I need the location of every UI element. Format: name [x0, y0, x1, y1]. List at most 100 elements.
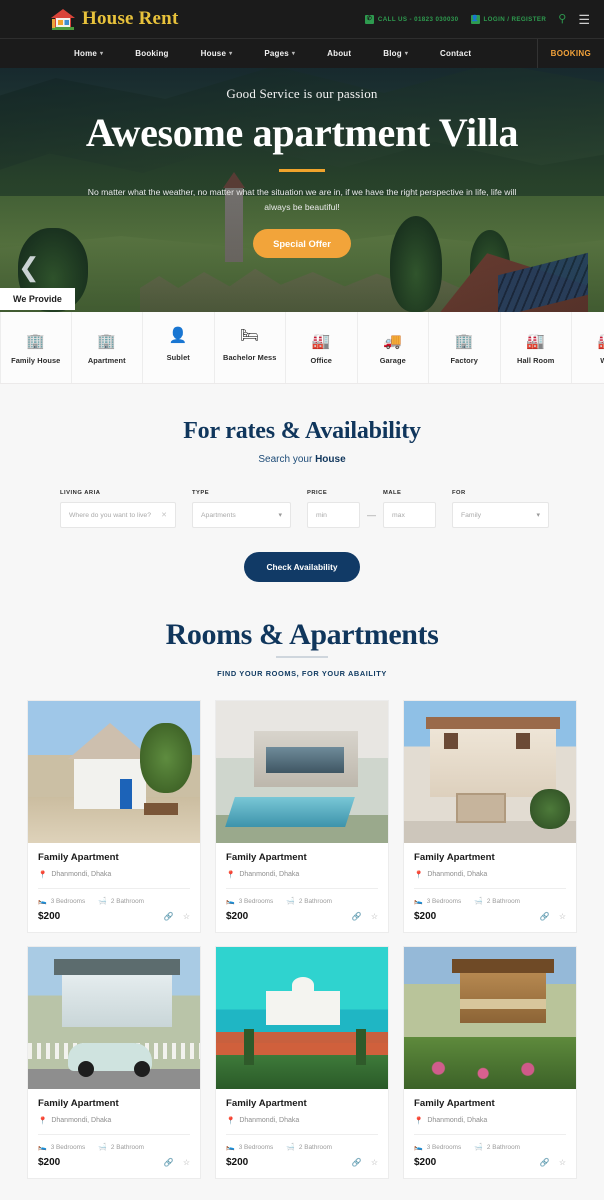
type-value: Apartments: [201, 511, 236, 519]
price-min-input[interactable]: min: [307, 502, 360, 528]
spec-bathrooms: 🛁 2 Bathroom: [98, 897, 144, 906]
check-availability-button[interactable]: Check Availability: [244, 552, 360, 582]
bathrooms-text: 2 Bathroom: [486, 897, 520, 905]
chevron-left-icon[interactable]: ❮: [18, 254, 40, 280]
category-factory[interactable]: 🏢 Factory: [429, 312, 501, 383]
nav-item-home[interactable]: Home ▾: [58, 49, 119, 58]
hero-description: No matter what the weather, no matter wh…: [87, 186, 517, 212]
hall-icon: 🏭: [526, 333, 546, 350]
bed-icon: 🛌: [226, 1144, 235, 1151]
search-subtitle: Search your House: [0, 454, 604, 465]
bath-icon: 🛁: [98, 1144, 107, 1151]
category-sublet[interactable]: 👤 Sublet: [143, 312, 215, 383]
nav-item-blog[interactable]: Blog ▾: [367, 49, 424, 58]
star-icon[interactable]: ☆: [371, 1158, 378, 1167]
map-pin-icon: 📍: [414, 1116, 424, 1125]
booking-button[interactable]: BOOKING: [551, 49, 591, 58]
bedrooms-text: 3 Bedrooms: [50, 1143, 86, 1151]
special-offer-button[interactable]: Special Offer: [253, 228, 351, 258]
property-title: Family Apartment: [38, 852, 119, 863]
type-select[interactable]: Apartments ▾: [192, 502, 291, 528]
login-register-label: LOGIN / REGISTER: [483, 15, 547, 23]
hamburger-icon[interactable]: ☰: [578, 13, 590, 26]
nav-right: BOOKING: [536, 39, 604, 68]
site-logo[interactable]: House Rent: [50, 7, 178, 31]
nav-item-booking[interactable]: Booking: [119, 49, 184, 58]
category-family-house[interactable]: 🏢 Family House: [0, 312, 72, 383]
property-location-text: Dhanmondi, Dhaka: [239, 1117, 300, 1124]
nav-item-house[interactable]: House ▾: [185, 49, 249, 58]
bath-icon: 🛁: [98, 898, 107, 905]
property-card[interactable]: Family Apartment 📍 Dhanmondi, Dhaka 🛌 3 …: [27, 700, 201, 933]
call-us-link[interactable]: ✆ CALL US - 01823 030030: [364, 14, 459, 24]
main-navigation: Home ▾ Booking House ▾ Pages ▾ About Blo…: [0, 38, 604, 68]
bath-icon: 🛁: [286, 1144, 295, 1151]
share-icon[interactable]: 🔗: [540, 1158, 550, 1167]
search-icon[interactable]: ⚲: [558, 13, 566, 25]
share-icon[interactable]: 🔗: [352, 912, 362, 921]
category-garage[interactable]: 🚚 Garage: [358, 312, 429, 383]
nav-label: Blog: [383, 49, 402, 58]
field-for: FOR Family ▾: [452, 490, 549, 528]
bathrooms-text: 2 Bathroom: [298, 897, 332, 905]
living-area-input[interactable]: Where do you want to live? ✕: [60, 502, 176, 528]
search-title: For rates & Availability: [183, 418, 421, 444]
chevron-down-icon: ▾: [404, 51, 409, 57]
property-location: 📍 Dhanmondi, Dhaka: [38, 1116, 190, 1125]
rooms-title: Rooms & Apartments: [165, 618, 439, 651]
bed-icon: 🛌: [38, 1144, 47, 1151]
category-apartment[interactable]: 🏢 Apartment: [72, 312, 143, 383]
star-icon[interactable]: ☆: [183, 912, 190, 921]
user-icon: 👤: [470, 14, 480, 24]
star-icon[interactable]: ☆: [559, 1158, 566, 1167]
chevron-down-icon: ▾: [229, 51, 233, 57]
star-icon[interactable]: ☆: [371, 912, 378, 921]
for-select[interactable]: Family ▾: [452, 502, 549, 528]
spec-bedrooms: 🛌 3 Bedrooms: [414, 1143, 462, 1152]
spec-bedrooms: 🛌 3 Bedrooms: [38, 897, 85, 906]
share-icon[interactable]: 🔗: [164, 912, 174, 921]
star-icon[interactable]: ☆: [183, 1158, 190, 1167]
category-label: Bachelor Mess: [223, 353, 277, 362]
apartment-building-icon: 🏢: [97, 333, 117, 350]
nav-item-contact[interactable]: Contact: [424, 49, 487, 58]
bed-lamp-icon: 🛏: [240, 327, 260, 344]
login-register-link[interactable]: 👤 LOGIN / REGISTER: [470, 14, 547, 24]
spec-bathrooms: 🛁 2 Bathroom: [474, 1143, 520, 1152]
category-office[interactable]: 🏭 Office: [286, 312, 358, 383]
search-subtitle-prefix: Search your: [258, 454, 316, 465]
bath-icon: 🛁: [286, 898, 295, 905]
close-icon[interactable]: ✕: [161, 511, 167, 519]
spec-bathrooms: 🛁 2 Bathroom: [474, 897, 520, 906]
price-max-input[interactable]: max: [383, 502, 436, 528]
property-footer: $200 🔗 ☆: [404, 905, 576, 932]
property-card[interactable]: Family Apartment 📍 Dhanmondi, Dhaka 🛌 3 …: [403, 700, 577, 933]
field-living-area: LIVING ARIA Where do you want to live? ✕: [60, 490, 176, 528]
category-bachelor-mess[interactable]: 🛏 Bachelor Mess: [215, 312, 286, 383]
categories-section: We Provide 🏢 Family House 🏢 Apartment 👤 …: [0, 288, 604, 384]
category-label: Apartment: [87, 356, 126, 365]
chevron-down-icon: ▾: [100, 51, 104, 57]
price-max-placeholder: max: [392, 511, 405, 519]
property-card[interactable]: Family Apartment 📍 Dhanmondi, Dhaka 🛌 3 …: [27, 946, 201, 1179]
share-icon[interactable]: 🔗: [540, 912, 550, 921]
property-card[interactable]: Family Apartment 📍 Dhanmondi, Dhaka 🛌 3 …: [403, 946, 577, 1179]
property-card[interactable]: Family Apartment 📍 Dhanmondi, Dhaka 🛌 3 …: [215, 700, 389, 933]
share-icon[interactable]: 🔗: [164, 1158, 174, 1167]
category-warehouse[interactable]: 🏭 War: [572, 312, 604, 383]
hero-content: Good Service is our passion Awesome apar…: [0, 68, 604, 258]
nav-item-pages[interactable]: Pages ▾: [248, 49, 311, 58]
bath-icon: 🛁: [474, 1144, 483, 1151]
property-card[interactable]: Family Apartment 📍 Dhanmondi, Dhaka 🛌 3 …: [215, 946, 389, 1179]
field-male: MALE max: [383, 490, 436, 528]
bathrooms-text: 2 Bathroom: [110, 897, 144, 905]
bedrooms-text: 3 Bedrooms: [426, 1143, 462, 1151]
category-hall-room[interactable]: 🏭 Hall Room: [501, 312, 572, 383]
share-icon[interactable]: 🔗: [352, 1158, 362, 1167]
star-icon[interactable]: ☆: [559, 912, 566, 921]
category-label: Garage: [379, 356, 406, 365]
nav-item-about[interactable]: About: [311, 49, 367, 58]
map-pin-icon: 📍: [226, 870, 236, 879]
property-location: 📍 Dhanmondi, Dhaka: [414, 870, 566, 879]
house-icon: [50, 7, 76, 31]
